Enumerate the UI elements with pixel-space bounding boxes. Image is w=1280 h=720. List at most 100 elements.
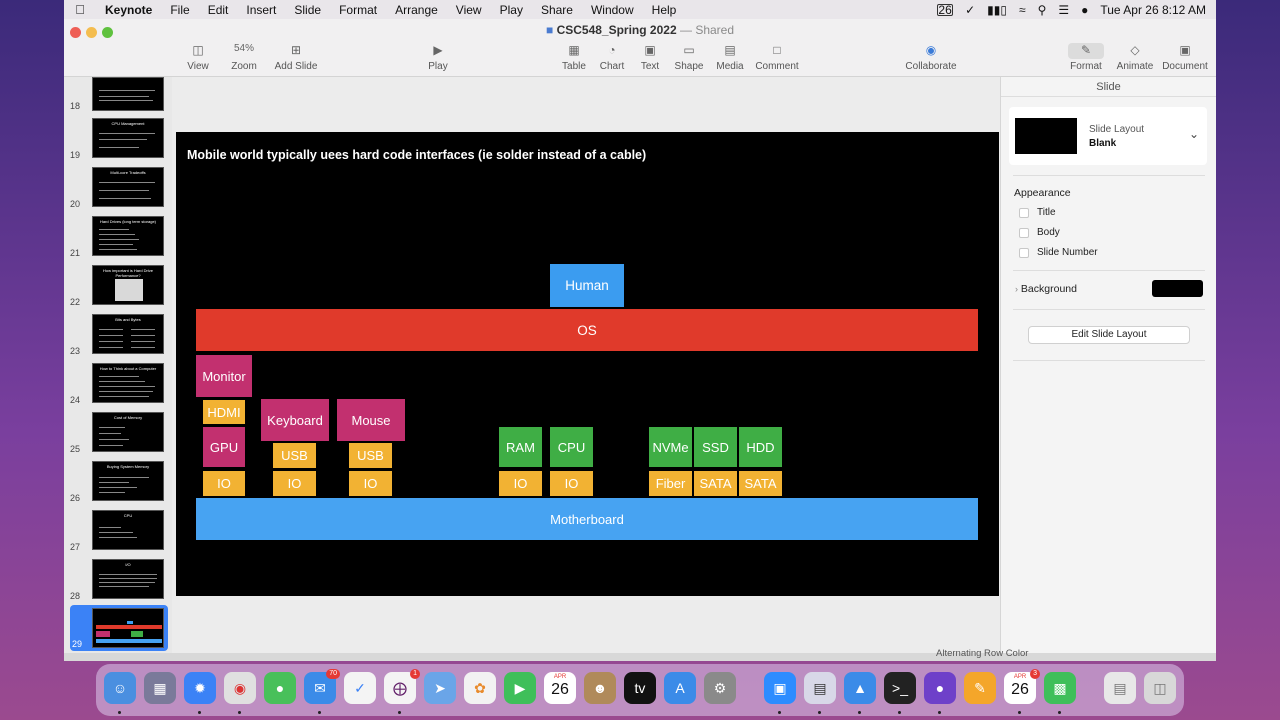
slide-thumbnail-22[interactable]: How important is Hard Drive Performance?… [64, 265, 172, 309]
siri-icon[interactable]: ● [1081, 3, 1088, 17]
facetime-icon[interactable]: ▶ [504, 672, 536, 704]
animate-button[interactable]: ◇ Animate [1116, 43, 1154, 72]
calendar-icon[interactable]: APR 26 [544, 672, 576, 704]
ssd-block[interactable]: SSD [694, 427, 737, 467]
monitor-block[interactable]: Monitor [196, 355, 252, 397]
text-button[interactable]: ▣ Text [638, 43, 662, 72]
current-slide[interactable]: Mobile world typically uees hard code in… [176, 132, 999, 596]
play-button[interactable]: ▶ Play [426, 43, 450, 72]
spotlight-search-icon[interactable]: ⚲ [1038, 3, 1047, 17]
background-color-well[interactable] [1152, 280, 1203, 297]
apple-tv-icon[interactable]: tv [624, 672, 656, 704]
photos-icon[interactable]: ✿ [464, 672, 496, 704]
numbers-icon[interactable]: ▩ [1044, 672, 1076, 704]
gpu-io-block[interactable]: IO [203, 471, 245, 496]
slide-canvas[interactable]: Mobile world typically uees hard code in… [172, 77, 1000, 653]
cpu-block[interactable]: CPU [550, 427, 593, 467]
maps-icon[interactable]: ➤ [424, 672, 456, 704]
wifi-icon[interactable]: ≈ [1019, 3, 1026, 17]
ram-io-block[interactable]: IO [499, 471, 542, 496]
chevron-right-icon[interactable]: › [1015, 284, 1018, 294]
trash-icon[interactable]: ◫ [1144, 672, 1176, 704]
mail-icon[interactable]: ✉ 70 [304, 669, 340, 704]
nvme-block[interactable]: NVMe [649, 427, 692, 467]
apple-icon[interactable]:  [64, 2, 96, 17]
menu-arrange[interactable]: Arrange [386, 3, 447, 17]
preview-icon[interactable]: ▤ [804, 672, 836, 704]
menu-play[interactable]: Play [491, 3, 532, 17]
launchpad-icon[interactable]: ▦ [144, 672, 176, 704]
comment-button[interactable]: □ Comment [754, 43, 800, 72]
view-button[interactable]: ◫ View [184, 43, 212, 72]
slide-thumbnail-18[interactable]: 18 [64, 77, 172, 113]
human-block[interactable]: Human [550, 264, 624, 307]
menu-view[interactable]: View [447, 3, 491, 17]
keyboard-io-block[interactable]: IO [273, 471, 316, 496]
menu-format[interactable]: Format [330, 3, 386, 17]
pages-icon[interactable]: ✎ [964, 672, 996, 704]
menu-edit[interactable]: Edit [199, 3, 238, 17]
slide-thumbnail-27[interactable]: CPU 27 [64, 510, 172, 554]
safari-icon[interactable]: ✹ [184, 672, 216, 704]
zoom-dropdown[interactable]: 54% Zoom [224, 43, 264, 72]
slide-number-checkbox[interactable] [1019, 247, 1029, 258]
motherboard-block[interactable]: Motherboard [196, 498, 978, 540]
keyboard-block[interactable]: Keyboard [261, 399, 329, 441]
menu-insert[interactable]: Insert [237, 3, 285, 17]
battery-icon[interactable]: ▮▮▯ [987, 3, 1007, 17]
gpu-block[interactable]: GPU [203, 427, 245, 467]
document-file-icon[interactable]: ▤ [1104, 672, 1136, 704]
collaborate-button[interactable]: ◉ Collaborate [904, 43, 958, 72]
menu-app-keynote[interactable]: Keynote [96, 3, 161, 17]
menu-window[interactable]: Window [582, 3, 643, 17]
control-center-icon[interactable]: ☰ [1058, 3, 1069, 17]
slide-thumbnail-20[interactable]: Multi-core Tradeoffs 20 [64, 167, 172, 211]
system-preferences-icon[interactable]: ⚙ [704, 672, 736, 704]
menu-share[interactable]: Share [532, 3, 582, 17]
title-checkbox[interactable] [1019, 207, 1029, 218]
slide-thumbnail-23[interactable]: Bits and Bytes 23 [64, 314, 172, 358]
format-button[interactable]: ✎ Format [1068, 43, 1104, 72]
slide-title-text[interactable]: Mobile world typically uees hard code in… [187, 148, 646, 162]
slide-thumbnail-24[interactable]: How to Think about a Computer 24 [64, 363, 172, 407]
body-checkbox[interactable] [1019, 227, 1029, 238]
shape-button[interactable]: ▭ Shape [674, 43, 704, 72]
slide-layout-selector[interactable]: Slide Layout Blank ⌄ [1009, 107, 1207, 165]
mouse-block[interactable]: Mouse [337, 399, 405, 441]
contacts-icon[interactable]: ☻ [584, 672, 616, 704]
hdmi-block[interactable]: HDMI [203, 400, 245, 424]
zoom-icon[interactable]: ▣ [764, 672, 796, 704]
hdd-block[interactable]: HDD [739, 427, 782, 467]
slide-thumbnail-26[interactable]: Buying System Memory 26 [64, 461, 172, 505]
slide-thumbnail-19[interactable]: CPU Management 19 [64, 118, 172, 162]
hdd-sata-block[interactable]: SATA [739, 471, 782, 496]
slide-thumbnail-25[interactable]: Cost of Memory 25 [64, 412, 172, 456]
media-button[interactable]: ▤ Media [714, 43, 746, 72]
keyboard-usb-block[interactable]: USB [273, 443, 316, 468]
slide-thumbnail-29[interactable]: 29 [70, 605, 168, 651]
cpu-io-block[interactable]: IO [550, 471, 593, 496]
fiber-block[interactable]: Fiber [649, 471, 692, 496]
mouse-io-block[interactable]: IO [349, 471, 392, 496]
menu-slide[interactable]: Slide [285, 3, 330, 17]
github-desktop-icon[interactable]: ● [924, 672, 956, 704]
add-slide-button[interactable]: ⊞ Add Slide [274, 43, 318, 72]
menu-file[interactable]: File [161, 3, 198, 17]
calendar-2-icon[interactable]: APR 26 3 [1004, 669, 1040, 704]
chart-button[interactable]: ◔ Chart [598, 43, 626, 72]
os-block[interactable]: OS [196, 309, 978, 351]
menu-help[interactable]: Help [643, 3, 686, 17]
slide-thumbnail-21[interactable]: Hard Drives (long term storage) 21 [64, 216, 172, 260]
edit-slide-layout-button[interactable]: Edit Slide Layout [1028, 326, 1190, 344]
finder-icon[interactable]: ☺ [104, 672, 136, 704]
slide-number-option[interactable]: Slide Number [1019, 247, 1098, 258]
app-store-icon[interactable]: A [664, 672, 696, 704]
table-button[interactable]: ▦ Table [560, 43, 588, 72]
ram-block[interactable]: RAM [499, 427, 542, 467]
slide-thumbnail-28[interactable]: I/O 28 [64, 559, 172, 603]
slide-navigator[interactable]: 18 CPU Management 19 Multi-core Tradeoff… [64, 77, 172, 653]
slack-icon[interactable]: ⨁ 1 [384, 669, 420, 704]
calendar-menubar-icon[interactable]: 26 [937, 3, 954, 16]
background-disclosure[interactable]: › Background [1015, 283, 1077, 295]
mouse-usb-block[interactable]: USB [349, 443, 392, 468]
